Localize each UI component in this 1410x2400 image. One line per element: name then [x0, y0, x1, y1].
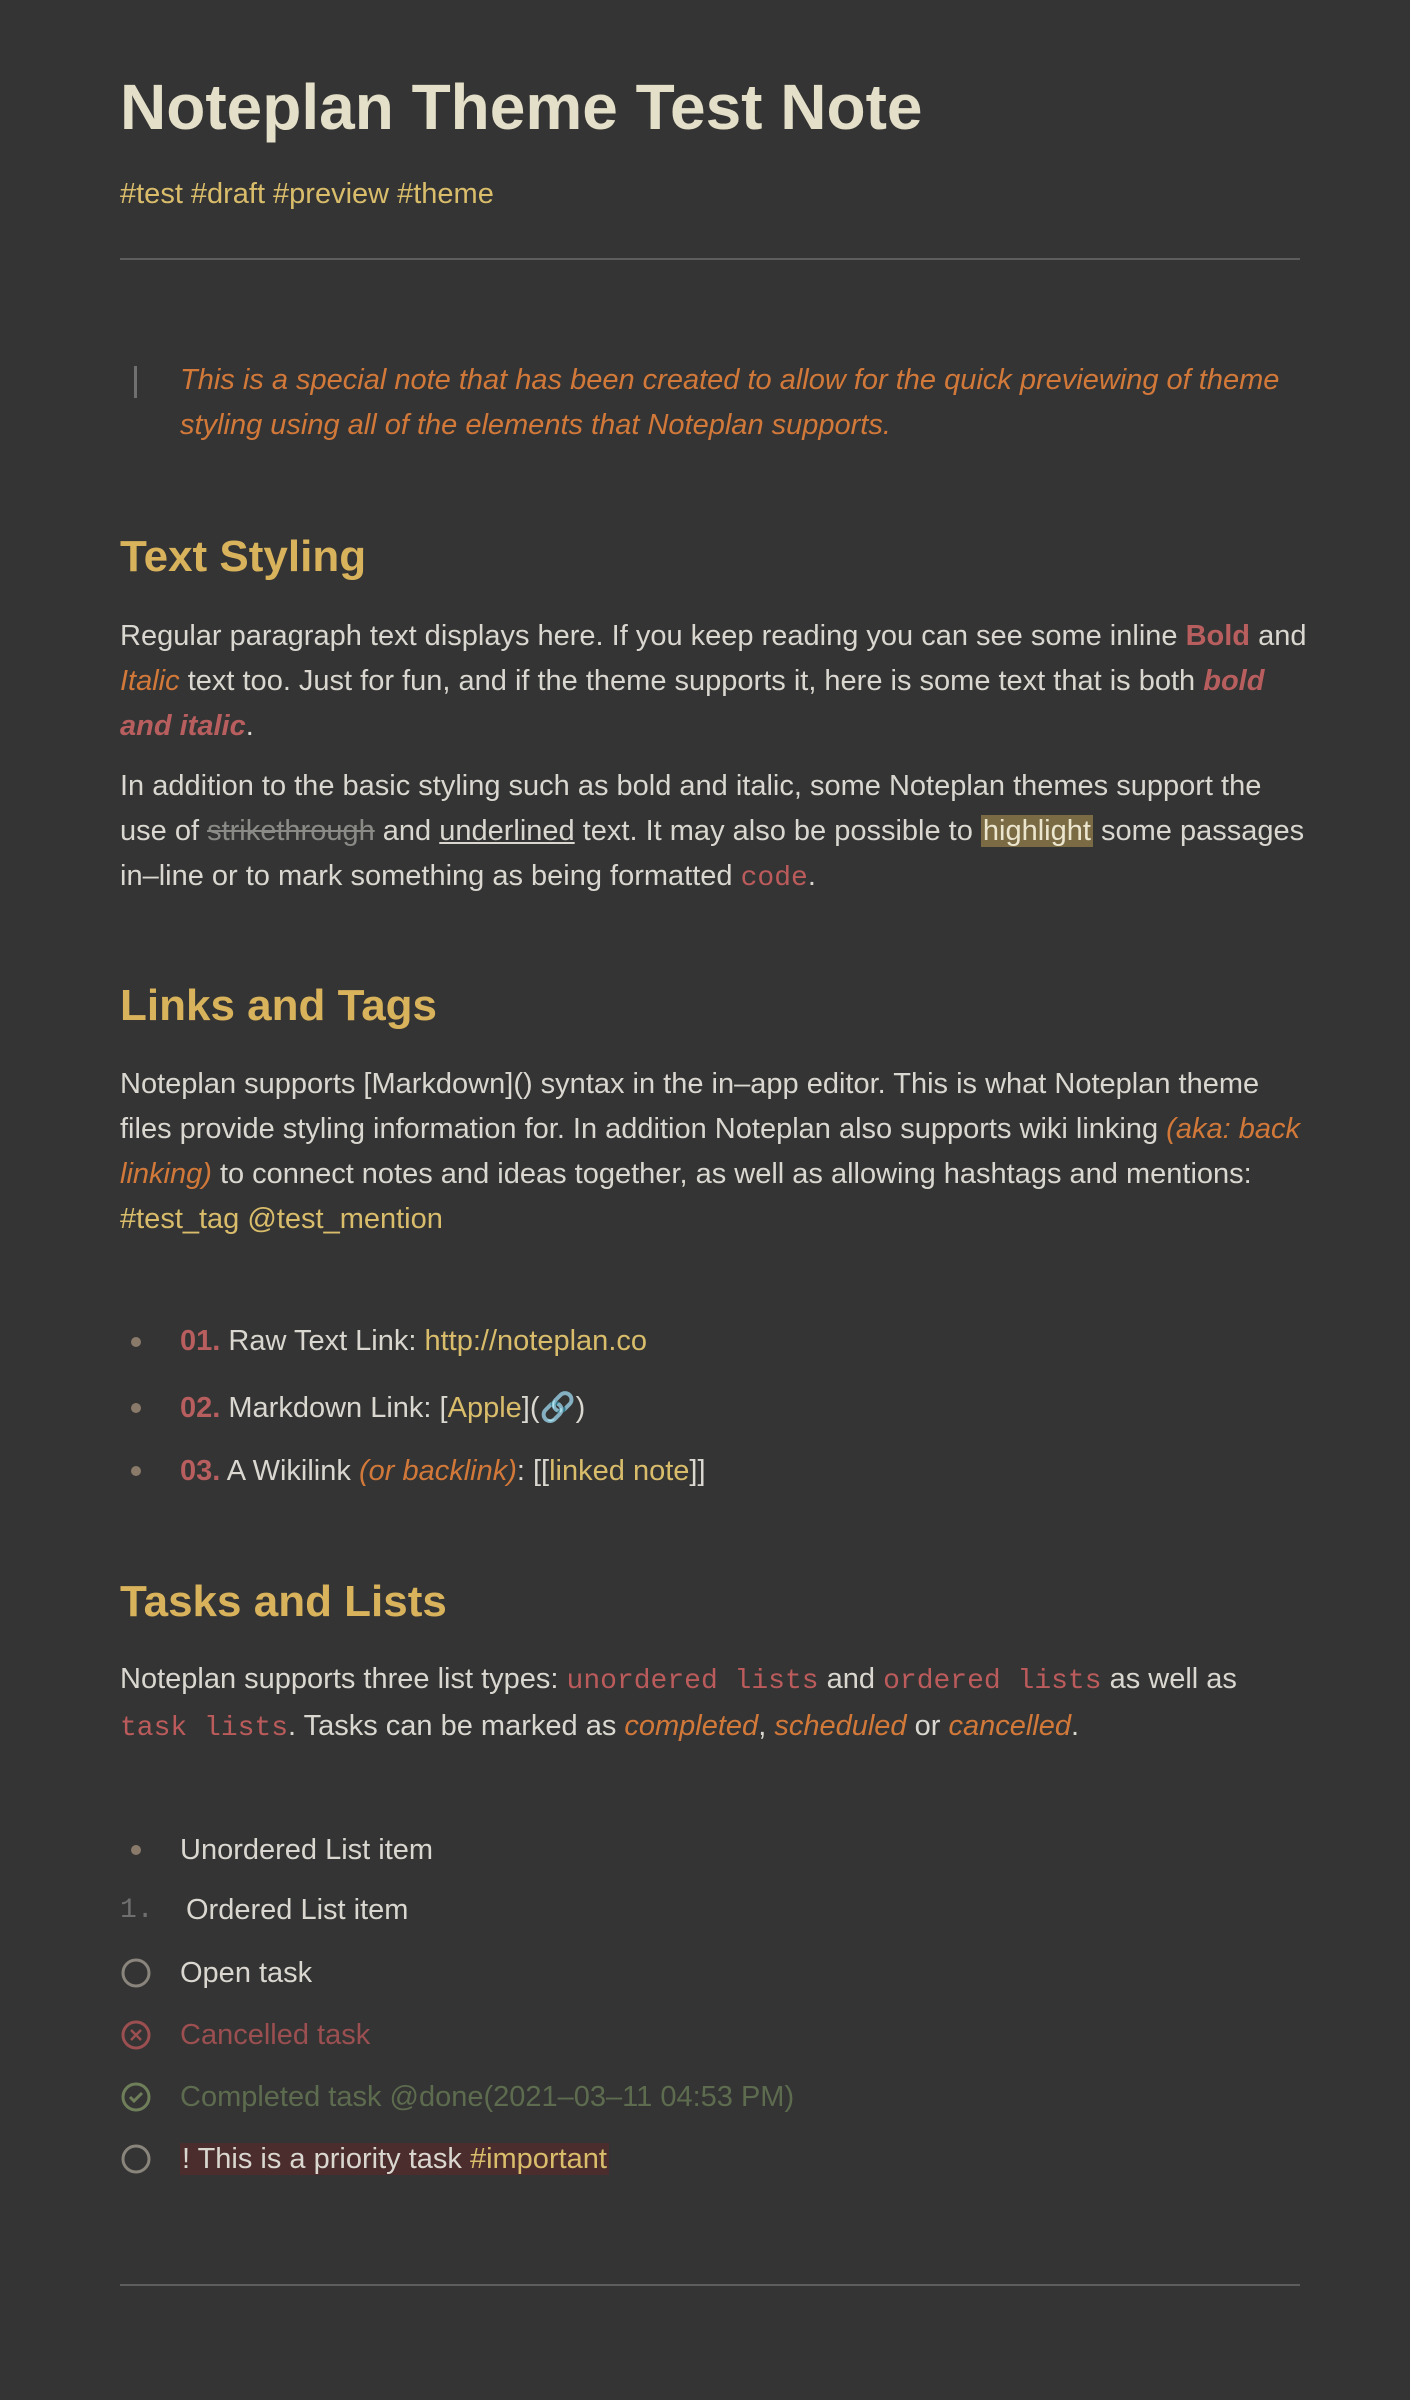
- highlight-text: highlight: [980, 815, 1093, 847]
- tasks-text-a: Noteplan supports three list types:: [120, 1663, 559, 1695]
- tasks-text-b: . Tasks can be marked as: [288, 1710, 617, 1742]
- paragraph-text-styling-1: Regular paragraph text displays here. If…: [120, 614, 1310, 749]
- markdown-link[interactable]: Apple: [448, 1392, 522, 1424]
- bracket-close: ](: [521, 1392, 540, 1424]
- tasks-and: and: [826, 1663, 876, 1695]
- p2-and: and: [382, 815, 432, 847]
- unordered-list-item: Unordered List item: [180, 1834, 434, 1866]
- completed-task: Completed task @done(2021–03–11 04:53 PM…: [180, 2081, 795, 2113]
- blockquote: This is a special note that has been cre…: [120, 358, 1300, 448]
- heading-links-tags: Links and Tags: [120, 981, 438, 1030]
- item-label: Markdown Link:: [228, 1392, 432, 1424]
- quote-text: This is a special note that has been cre…: [180, 364, 1280, 441]
- p1-text-b: text too. Just for fun, and if the theme…: [187, 665, 1196, 697]
- tag-test[interactable]: #test: [120, 178, 183, 210]
- p1-and: and: [1258, 620, 1307, 652]
- links-text-a: Noteplan supports [Markdown]() syntax in…: [120, 1068, 1260, 1145]
- tag-preview[interactable]: #preview: [273, 178, 389, 210]
- word-cancelled: cancelled: [948, 1710, 1071, 1742]
- hashtag-important[interactable]: #important: [470, 2143, 607, 2175]
- note-title: Noteplan Theme Test Note: [120, 71, 923, 143]
- item-number: 02.: [180, 1392, 221, 1424]
- tasks-comma: ,: [758, 1710, 767, 1742]
- italic-text: Italic: [120, 665, 180, 697]
- ordered-list-item: Ordered List item: [186, 1894, 409, 1926]
- code-ordered-lists: ordered lists: [883, 1666, 1102, 1697]
- cancelled-task-icon[interactable]: [120, 2019, 152, 2051]
- cancelled-task: Cancelled task: [180, 2019, 371, 2051]
- bullet-icon: [131, 1845, 141, 1855]
- strikethrough-text: strikethrough: [207, 815, 375, 847]
- p1-end: .: [245, 710, 254, 742]
- completed-task-check-icon[interactable]: [120, 2081, 152, 2113]
- bracket-open: [: [439, 1392, 448, 1424]
- paragraph-text-styling-2: In addition to the basic styling such as…: [120, 764, 1310, 901]
- paren-close: ): [575, 1392, 586, 1424]
- wikilink[interactable]: linked note: [549, 1455, 689, 1487]
- hashtag-test-tag[interactable]: #test_tag: [120, 1203, 239, 1235]
- p2-end: .: [807, 860, 816, 892]
- heading-text-styling: Text Styling: [120, 532, 367, 581]
- note-page: Noteplan Theme Test Note #test #draft #pre…: [0, 0, 1410, 2400]
- open-task: Open task: [180, 1957, 313, 1989]
- tasks-as-well: as well as: [1109, 1663, 1237, 1695]
- paragraph-links-tags: Noteplan supports [Markdown]() syntax in…: [120, 1062, 1310, 1242]
- divider-bottom: [120, 2284, 1300, 2286]
- list-item-markdown-link: 02. Markdown Link: [Apple](🔗): [180, 1386, 585, 1431]
- list-item-raw-link: 01. Raw Text Link: http://noteplan.co: [180, 1319, 647, 1364]
- divider-top: [120, 258, 1300, 260]
- priority-task-circle-icon[interactable]: [120, 2143, 152, 2175]
- word-completed: completed: [624, 1710, 759, 1742]
- bullet-icon: [131, 1337, 141, 1347]
- heading-tasks-lists: Tasks and Lists: [120, 1577, 447, 1626]
- item-label: Raw Text Link:: [228, 1325, 417, 1357]
- priority-task-text: ! This is a priority task: [182, 2143, 462, 2175]
- item-number: 01.: [180, 1325, 221, 1357]
- p1-text-a: Regular paragraph text displays here. If…: [120, 620, 1178, 652]
- paragraph-tasks-lists: Noteplan supports three list types: unor…: [120, 1657, 1310, 1751]
- list-item-wikilink: 03. A Wikilink (or backlink): [[linked n…: [180, 1449, 706, 1494]
- bullet-icon: [131, 1466, 141, 1476]
- underlined-text: underlined: [439, 815, 575, 847]
- link-icon[interactable]: 🔗: [540, 1392, 576, 1424]
- inline-code: code: [740, 863, 808, 894]
- raw-text-link[interactable]: http://noteplan.co: [425, 1325, 648, 1357]
- p2-text-b: text. It may also be possible to: [582, 815, 973, 847]
- wikilink-open: : [[: [516, 1455, 550, 1487]
- tag-draft[interactable]: #draft: [191, 178, 265, 210]
- tasks-or: or: [914, 1710, 941, 1742]
- mention-test[interactable]: @test_mention: [247, 1203, 442, 1235]
- note-tags: #test #draft #preview #theme: [120, 172, 502, 217]
- word-scheduled: scheduled: [774, 1710, 907, 1742]
- quote-bar: [134, 366, 137, 398]
- links-text-b: to connect notes and ideas together, as …: [219, 1158, 1252, 1190]
- tag-theme[interactable]: #theme: [397, 178, 494, 210]
- priority-task: ! This is a priority task #important: [180, 2137, 609, 2182]
- backlink-italic: (or backlink): [358, 1455, 517, 1487]
- item-number: 03.: [180, 1455, 221, 1487]
- code-unordered-lists: unordered lists: [566, 1666, 819, 1697]
- wikilink-close: ]]: [689, 1455, 706, 1487]
- bold-text: Bold: [1185, 620, 1251, 652]
- tasks-end: .: [1071, 1710, 1080, 1742]
- code-task-lists: task lists: [120, 1713, 289, 1744]
- open-task-circle-icon[interactable]: [120, 1957, 152, 1989]
- ordered-list-number: 1.: [120, 1895, 154, 1926]
- bullet-icon: [131, 1403, 141, 1413]
- item-label: A Wikilink: [226, 1455, 351, 1487]
